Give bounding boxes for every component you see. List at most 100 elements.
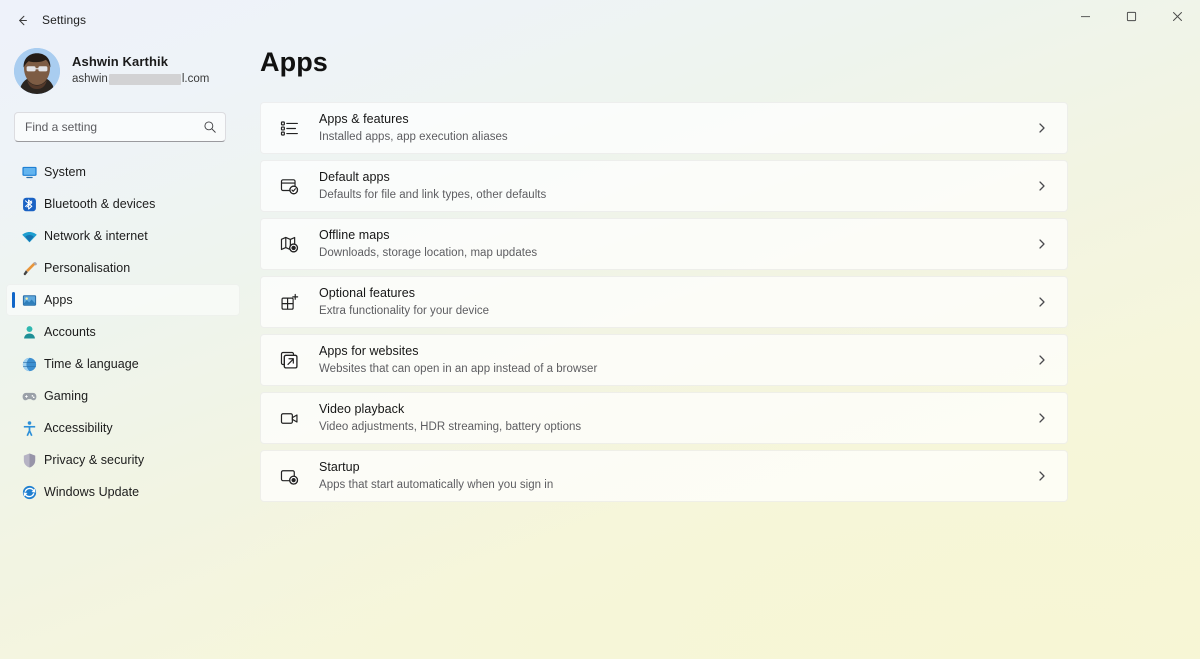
sidebar-item-label: Apps [44,293,73,307]
chevron-right-icon[interactable] [1031,349,1053,371]
sidebar-item-label: Time & language [44,357,139,371]
minimize-icon [1080,11,1091,22]
account-email-prefix: ashwin [72,73,108,86]
chevron-right-icon[interactable] [1031,175,1053,197]
sidebar-item-gaming[interactable]: Gaming [6,380,240,412]
gamepad-icon [20,387,38,405]
card-text: Optional features Extra functionality fo… [319,286,1031,318]
back-arrow-icon [15,13,30,28]
chevron-right-icon[interactable] [1031,117,1053,139]
chevron-right-icon[interactable] [1031,407,1053,429]
chevron-right-icon[interactable] [1031,233,1053,255]
sidebar-item-windows-update[interactable]: Windows Update [6,476,240,508]
grid-plus-icon [277,290,301,314]
wifi-icon [20,227,38,245]
sidebar-nav: System Bluetooth & devices Network & int… [0,156,246,508]
settings-window: Settings Ashwin Karthik ashwin l.com Fin… [0,0,1200,659]
sidebar-item-accessibility[interactable]: Accessibility [6,412,240,444]
chevron-right-icon[interactable] [1031,465,1053,487]
sidebar-item-bluetooth-devices[interactable]: Bluetooth & devices [6,188,240,220]
sidebar-item-label: Personalisation [44,261,131,275]
maximize-button[interactable] [1108,0,1154,32]
back-button[interactable] [6,4,38,36]
card-text: Apps for websites Websites that can open… [319,344,1031,376]
default-apps-icon [277,174,301,198]
card-text: Video playback Video adjustments, HDR st… [319,402,1031,434]
account-email-redaction [108,74,181,86]
card-title: Apps for websites [319,344,419,358]
list-icon [277,116,301,140]
person-icon [20,323,38,341]
card-title: Startup [319,460,360,474]
account-block[interactable]: Ashwin Karthik ashwin l.com [14,46,246,96]
sidebar-item-time-language[interactable]: Time & language [6,348,240,380]
card-video-playback[interactable]: Video playback Video adjustments, HDR st… [260,392,1068,444]
chevron-right-icon[interactable] [1031,291,1053,313]
paintbrush-icon [20,259,38,277]
clock-globe-icon [20,355,38,373]
app-title: Settings [42,13,87,27]
external-link-icon [277,348,301,372]
card-text: Default apps Defaults for file and link … [319,170,1031,202]
minimize-button[interactable] [1062,0,1108,32]
caption-buttons [1062,0,1200,32]
video-camera-icon [277,406,301,430]
sidebar-item-apps[interactable]: Apps [6,284,240,316]
sidebar-item-label: Network & internet [44,229,148,243]
map-icon [277,232,301,256]
account-name: Ashwin Karthik [72,54,169,70]
accessibility-icon [20,419,38,437]
sidebar-item-accounts[interactable]: Accounts [6,316,240,348]
card-title: Offline maps [319,228,390,242]
card-subtitle: Defaults for file and link types, other … [319,188,547,201]
card-subtitle: Extra functionality for your device [319,304,490,317]
sidebar-item-label: Gaming [44,389,89,403]
sidebar-item-label: Accessibility [44,421,113,435]
account-email: ashwin l.com [72,73,209,86]
monitor-icon [20,163,38,181]
card-offline-maps[interactable]: Offline maps Downloads, storage location… [260,218,1068,270]
sidebar: Ashwin Karthik ashwin l.com Find a setti… [0,40,246,659]
card-title: Optional features [319,286,416,300]
sidebar-item-label: Privacy & security [44,453,145,467]
card-default-apps[interactable]: Default apps Defaults for file and link … [260,160,1068,212]
sidebar-item-privacy-security[interactable]: Privacy & security [6,444,240,476]
title-bar: Settings [0,0,1200,40]
card-startup[interactable]: Startup Apps that start automatically wh… [260,450,1068,502]
shield-icon [20,451,38,469]
maximize-icon [1126,11,1137,22]
search-icon [203,120,217,134]
sidebar-item-personalisation[interactable]: Personalisation [6,252,240,284]
card-subtitle: Video adjustments, HDR streaming, batter… [319,420,582,433]
startup-icon [277,464,301,488]
card-apps-for-websites[interactable]: Apps for websites Websites that can open… [260,334,1068,386]
apps-icon [20,291,38,309]
update-icon [20,483,38,501]
sidebar-item-label: System [44,165,86,179]
main-content: Apps Apps & features Installed apps, app… [246,40,1200,659]
close-icon [1172,11,1183,22]
settings-card-list: Apps & features Installed apps, app exec… [260,102,1068,502]
search-input[interactable] [25,120,203,134]
sidebar-item-network-internet[interactable]: Network & internet [6,220,240,252]
account-text: Ashwin Karthik ashwin l.com [72,54,209,86]
account-email-suffix: l.com [181,73,210,86]
close-button[interactable] [1154,0,1200,32]
page-title: Apps [260,47,328,77]
card-title: Default apps [319,170,390,184]
card-optional-features[interactable]: Optional features Extra functionality fo… [260,276,1068,328]
search-box[interactable] [14,112,226,142]
sidebar-item-label: Accounts [44,325,96,339]
card-apps-and-features[interactable]: Apps & features Installed apps, app exec… [260,102,1068,154]
card-subtitle: Downloads, storage location, map updates [319,246,538,259]
sidebar-item-system[interactable]: System [6,156,240,188]
card-subtitle: Websites that can open in an app instead… [319,362,598,375]
card-subtitle: Apps that start automatically when you s… [319,478,554,491]
sidebar-item-label: Windows Update [44,485,140,499]
avatar [14,48,60,94]
card-title: Apps & features [319,112,409,126]
card-subtitle: Installed apps, app execution aliases [319,130,508,143]
card-text: Apps & features Installed apps, app exec… [319,112,1031,144]
bluetooth-icon [20,195,38,213]
card-title: Video playback [319,402,405,416]
